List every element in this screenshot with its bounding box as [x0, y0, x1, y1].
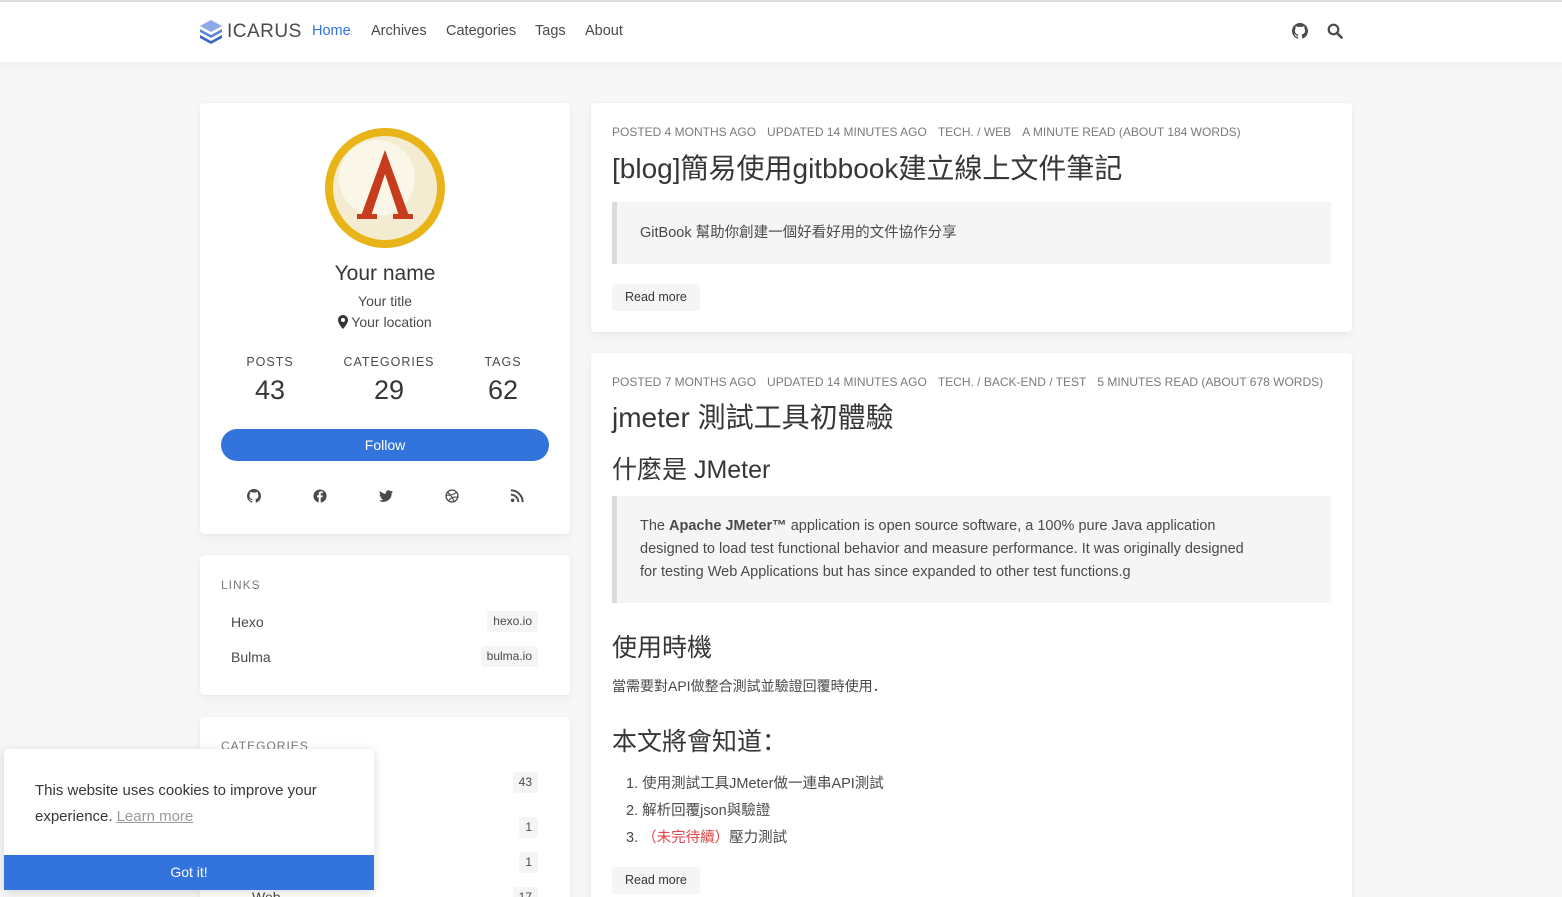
- rss-icon[interactable]: [510, 489, 524, 503]
- profile-name: Your name: [334, 262, 436, 285]
- github-icon[interactable]: [1292, 23, 1308, 39]
- links-card: LINKS Hexo hexo.io Bulma bulma.io: [200, 555, 570, 695]
- post-read-time: 5 MINUTES READ (ABOUT 678 WORDS): [1097, 375, 1324, 389]
- twitter-icon[interactable]: [379, 489, 393, 503]
- avatar: [325, 128, 445, 248]
- navbar: ICARUS Home Archives Categories Tags Abo…: [0, 0, 1562, 62]
- icarus-logo-icon: [200, 20, 222, 44]
- quote-line: designed to load test functional behavio…: [640, 541, 1244, 557]
- category-count[interactable]: 1: [519, 852, 538, 873]
- post-category[interactable]: TECH. / WEB: [938, 125, 1011, 139]
- category-count[interactable]: 43: [512, 772, 538, 793]
- nav-tags[interactable]: Tags: [535, 23, 566, 39]
- follow-button[interactable]: Follow: [221, 429, 549, 461]
- stat-label: POSTS: [246, 355, 294, 369]
- map-marker-icon: [338, 315, 349, 329]
- section-heading: 本文將會知道：: [612, 728, 788, 756]
- nav-home[interactable]: Home: [312, 23, 351, 39]
- quote-bold: Apache JMeter™: [669, 518, 787, 534]
- list-item: 3. （未完待續）壓力測試: [626, 826, 787, 847]
- list-number: 2.: [626, 803, 639, 819]
- cookie-banner: This website uses cookies to improve you…: [4, 749, 374, 890]
- profile-card: Your name Your title Your location POSTS…: [200, 103, 570, 534]
- github-icon[interactable]: [247, 489, 261, 503]
- list-text: 解析回覆json與驗證: [642, 803, 771, 819]
- list-number: 1.: [626, 776, 639, 792]
- brand-name: ICARUS: [227, 21, 302, 42]
- list-text: 壓力測試: [729, 830, 788, 846]
- stat-value: 43: [254, 375, 286, 405]
- stat-label: TAGS: [484, 355, 522, 369]
- post-meta: POSTED 7 MONTHS AGO UPDATED 14 MINUTES AG…: [612, 375, 1334, 389]
- quote-text: application is open source software, a 1…: [786, 518, 1216, 534]
- cookie-message: This website uses cookies to improve you…: [35, 778, 355, 830]
- dribbble-icon[interactable]: [445, 489, 459, 503]
- list-number: 3.: [626, 830, 639, 846]
- quote-line: The Apache JMeter™ application is open s…: [640, 515, 1308, 538]
- post-excerpt-quote: The Apache JMeter™ application is open s…: [612, 496, 1331, 603]
- section-heading: 使用時機: [612, 634, 713, 662]
- category-count[interactable]: 1: [519, 817, 538, 838]
- read-more-button[interactable]: Read more: [612, 867, 700, 894]
- learn-more-link[interactable]: Learn more: [117, 808, 194, 825]
- read-more-button[interactable]: Read more: [612, 284, 700, 311]
- category-count[interactable]: 17: [512, 887, 538, 897]
- post-updated: UPDATED 14 MINUTES AGO: [767, 375, 927, 389]
- section-heading: 什麼是 JMeter: [612, 456, 771, 484]
- link-bulma[interactable]: Bulma: [231, 649, 271, 665]
- location-text: Your location: [351, 314, 432, 330]
- post-read-time: A MINUTE READ (ABOUT 184 WORDS): [1022, 125, 1241, 139]
- stat-tags[interactable]: TAGS 62: [443, 355, 563, 406]
- post-category[interactable]: TECH. / BACK-END / TEST: [938, 375, 1086, 389]
- list-item: 2. 解析回覆json與驗證: [626, 799, 770, 820]
- profile-location: Your location: [200, 314, 570, 330]
- stat-categories[interactable]: CATEGORIES 29: [329, 355, 449, 406]
- post-title[interactable]: jmeter 測試工具初體驗: [612, 396, 894, 436]
- facebook-icon[interactable]: [313, 489, 327, 503]
- post-meta: POSTED 4 MONTHS AGO UPDATED 14 MINUTES AG…: [612, 125, 1252, 139]
- list-item: 1. 使用測試工具JMeter做一連串API測試: [626, 772, 884, 793]
- post-date: POSTED 4 MONTHS AGO: [612, 125, 757, 139]
- stat-label: CATEGORIES: [343, 355, 435, 369]
- stat-posts[interactable]: POSTS 43: [210, 355, 330, 406]
- post-title[interactable]: [blog]簡易使用gitbbook建立線上文件筆記: [612, 147, 1122, 187]
- list-text: 使用測試工具JMeter做一連串API測試: [642, 776, 884, 792]
- stat-value: 29: [373, 375, 405, 405]
- nav-archives[interactable]: Archives: [371, 23, 427, 39]
- post-card: POSTED 7 MONTHS AGO UPDATED 14 MINUTES AG…: [591, 353, 1352, 897]
- brand-logo[interactable]: ICARUS: [200, 20, 302, 44]
- stat-value: 62: [487, 375, 519, 405]
- category-item[interactable]: Web: [252, 889, 281, 897]
- links-label: LINKS: [221, 578, 261, 592]
- profile-title: Your title: [358, 293, 412, 309]
- post-date: POSTED 7 MONTHS AGO: [612, 375, 757, 389]
- nav-categories[interactable]: Categories: [446, 23, 516, 39]
- link-url-tag[interactable]: bulma.io: [480, 646, 538, 667]
- unfinished-note: （未完待續）: [642, 830, 730, 846]
- cookie-accept-button[interactable]: Got it!: [4, 855, 374, 890]
- paragraph: 當需要對API做整合測試並驗證回覆時使用．: [612, 678, 887, 694]
- link-url-tag[interactable]: hexo.io: [487, 611, 538, 632]
- post-card: POSTED 4 MONTHS AGO UPDATED 14 MINUTES AG…: [591, 103, 1352, 332]
- quote-text: The: [640, 518, 670, 534]
- post-excerpt-quote: GitBook 幫助你創建一個好看好用的文件協作分享: [612, 202, 1331, 264]
- search-icon[interactable]: [1327, 23, 1343, 39]
- nav-about[interactable]: About: [585, 23, 623, 39]
- link-hexo[interactable]: Hexo: [231, 614, 264, 630]
- quote-line: for testing Web Applications but has sin…: [640, 564, 1131, 580]
- post-updated: UPDATED 14 MINUTES AGO: [767, 125, 927, 139]
